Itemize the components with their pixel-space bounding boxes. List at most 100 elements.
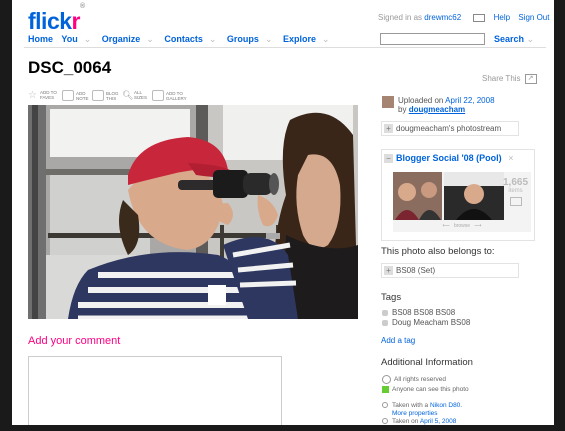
uploaded-label: Uploaded on bbox=[398, 96, 444, 105]
pool-thumbnails: 1,665 items ⟵ browse ⟶ bbox=[393, 172, 531, 232]
flickr-photo-page: flickr® Signed in as drewmc62 Help Sign … bbox=[12, 0, 554, 425]
set-row[interactable]: + BS08 (Set) bbox=[381, 263, 519, 278]
camera-line: Taken with a Nikon D80. More properties … bbox=[382, 402, 462, 425]
arrow-left-icon[interactable]: ⟵ bbox=[443, 223, 450, 229]
main-photo[interactable] bbox=[28, 105, 358, 319]
arrow-right-icon[interactable]: ⟶ bbox=[474, 223, 481, 229]
nav-organize[interactable]: Organize bbox=[102, 34, 141, 44]
close-icon[interactable]: × bbox=[508, 153, 513, 163]
plus-icon[interactable]: + bbox=[384, 124, 393, 133]
nav-explore[interactable]: Explore bbox=[283, 34, 316, 44]
camera-link[interactable]: Nikon D80. bbox=[430, 402, 462, 409]
logo-text: flick bbox=[28, 8, 72, 34]
search-button[interactable]: Search ⌄ bbox=[494, 34, 534, 45]
owner-link[interactable]: dougmeacham bbox=[409, 105, 465, 114]
star-icon: ☆ bbox=[28, 89, 37, 101]
taken-with-label: Taken with a bbox=[392, 402, 429, 409]
comment-textarea[interactable] bbox=[28, 356, 282, 425]
chevron-down-icon[interactable]: ⌄ bbox=[209, 34, 217, 44]
taken-on-label: Taken on bbox=[392, 418, 419, 425]
taken-on-date-link[interactable]: April 5, 2008 bbox=[420, 418, 457, 425]
toolbar-label: ADD TO GALLERY bbox=[166, 90, 187, 101]
pool-count: 1,665 items bbox=[503, 177, 528, 206]
mail-icon[interactable] bbox=[473, 13, 486, 22]
minus-icon[interactable]: − bbox=[384, 154, 393, 163]
pool-context-box: − Blogger Social '08 (Pool) × 1,665 items … bbox=[381, 149, 535, 241]
nav-contacts[interactable]: Contacts bbox=[164, 34, 203, 44]
plus-icon[interactable]: + bbox=[384, 266, 393, 275]
avatar[interactable] bbox=[382, 96, 394, 108]
gallery-icon bbox=[152, 90, 164, 101]
tag-icon bbox=[382, 319, 388, 326]
browse-bar[interactable]: ⟵ browse ⟶ bbox=[393, 223, 531, 229]
pool-name-link[interactable]: Blogger Social '08 (Pool) bbox=[396, 153, 502, 163]
pool-thumbnail[interactable] bbox=[444, 172, 504, 220]
add-to-faves-button[interactable]: ☆ ADD TO FAVES bbox=[28, 90, 58, 100]
tag-item[interactable]: Doug Meacham BS08 bbox=[382, 318, 470, 327]
browse-label: browse bbox=[453, 223, 471, 229]
account-bar: Signed in as drewmc62 Help Sign Out bbox=[378, 13, 549, 22]
nav-divider bbox=[24, 47, 546, 48]
visibility-label: Anyone can see this photo bbox=[392, 386, 469, 394]
tags-heading: Tags bbox=[381, 292, 402, 303]
set-name-link[interactable]: BS08 (Set) bbox=[396, 266, 435, 275]
toolbar-label: ALL SIZES bbox=[134, 90, 148, 100]
flickr-logo[interactable]: flickr® bbox=[28, 3, 85, 35]
more-properties-link[interactable]: More properties bbox=[392, 410, 438, 417]
logo-trademark: ® bbox=[79, 3, 85, 11]
chevron-down-icon[interactable]: ⌄ bbox=[84, 34, 92, 44]
pool-header[interactable]: − Blogger Social '08 (Pool) × bbox=[382, 150, 534, 167]
logo-r: r bbox=[71, 8, 81, 34]
search-input[interactable] bbox=[380, 33, 485, 45]
bullet-icon bbox=[382, 418, 388, 425]
signed-in-label: Signed in as bbox=[378, 13, 423, 22]
photostream-row[interactable]: + dougmeacham's photostream bbox=[381, 121, 519, 136]
add-to-gallery-button[interactable]: ADD TO GALLERY bbox=[152, 90, 188, 101]
additional-info-heading: Additional Information bbox=[381, 357, 473, 368]
search-label: Search bbox=[494, 34, 525, 44]
slideshow-icon[interactable] bbox=[509, 197, 522, 206]
tag-item[interactable]: BS08 BS08 BS08 bbox=[382, 308, 455, 317]
rights-line: All rights reserved bbox=[382, 375, 446, 384]
tag-label[interactable]: BS08 BS08 BS08 bbox=[392, 308, 455, 317]
public-icon bbox=[382, 386, 389, 393]
nav-you[interactable]: You bbox=[61, 34, 77, 44]
photo-title: DSC_0064 bbox=[28, 58, 112, 77]
blog-this-button[interactable]: BLOG THIS bbox=[92, 90, 120, 101]
add-note-button[interactable]: ADD NOTE bbox=[62, 90, 90, 101]
rights-label: All rights reserved bbox=[394, 376, 447, 384]
share-this-button[interactable]: Share This ↗ bbox=[482, 74, 537, 84]
tag-icon bbox=[382, 309, 388, 316]
username-link[interactable]: drewmc62 bbox=[424, 13, 461, 22]
bullet-icon bbox=[382, 402, 388, 409]
chevron-down-icon[interactable]: ⌄ bbox=[527, 34, 535, 44]
upload-info: Uploaded on April 22, 2008 by dougmeacha… bbox=[398, 96, 495, 114]
chevron-down-icon[interactable]: ⌄ bbox=[322, 34, 330, 44]
chevron-down-icon[interactable]: ⌄ bbox=[265, 34, 273, 44]
toolbar-label: BLOG THIS bbox=[106, 90, 119, 101]
pool-count-value: 1,665 bbox=[503, 177, 529, 188]
toolbar-label: ADD TO FAVES bbox=[40, 90, 57, 100]
chevron-down-icon[interactable]: ⌄ bbox=[146, 34, 154, 44]
nav-groups[interactable]: Groups bbox=[227, 34, 259, 44]
note-icon bbox=[62, 90, 74, 101]
photostream-label: dougmeacham's photostream bbox=[396, 124, 502, 133]
sign-out-link[interactable]: Sign Out bbox=[518, 13, 549, 22]
visibility-line: Anyone can see this photo bbox=[382, 386, 469, 393]
belongs-heading: This photo also belongs to: bbox=[381, 246, 495, 257]
add-tag-link[interactable]: Add a tag bbox=[381, 336, 415, 345]
all-sizes-button[interactable]: 🔍︎ ALL SIZES bbox=[122, 90, 148, 100]
toolbar-label: ADD NOTE bbox=[76, 90, 89, 101]
tag-label[interactable]: Doug Meacham BS08 bbox=[392, 318, 470, 327]
upload-date-link[interactable]: April 22, 2008 bbox=[445, 96, 494, 105]
by-label: by bbox=[398, 105, 407, 114]
share-this-label: Share This bbox=[482, 74, 521, 84]
copyright-icon bbox=[382, 375, 391, 384]
pool-thumbnail[interactable] bbox=[393, 172, 442, 220]
pool-count-unit: items bbox=[508, 188, 523, 194]
nav-home[interactable]: Home bbox=[28, 34, 53, 44]
share-icon: ↗ bbox=[524, 74, 537, 84]
blog-icon bbox=[92, 90, 104, 101]
help-link[interactable]: Help bbox=[494, 13, 510, 22]
main-nav: Home You ⌄ Organize ⌄ Contacts ⌄ Groups ⌄ Ex… bbox=[28, 34, 338, 45]
